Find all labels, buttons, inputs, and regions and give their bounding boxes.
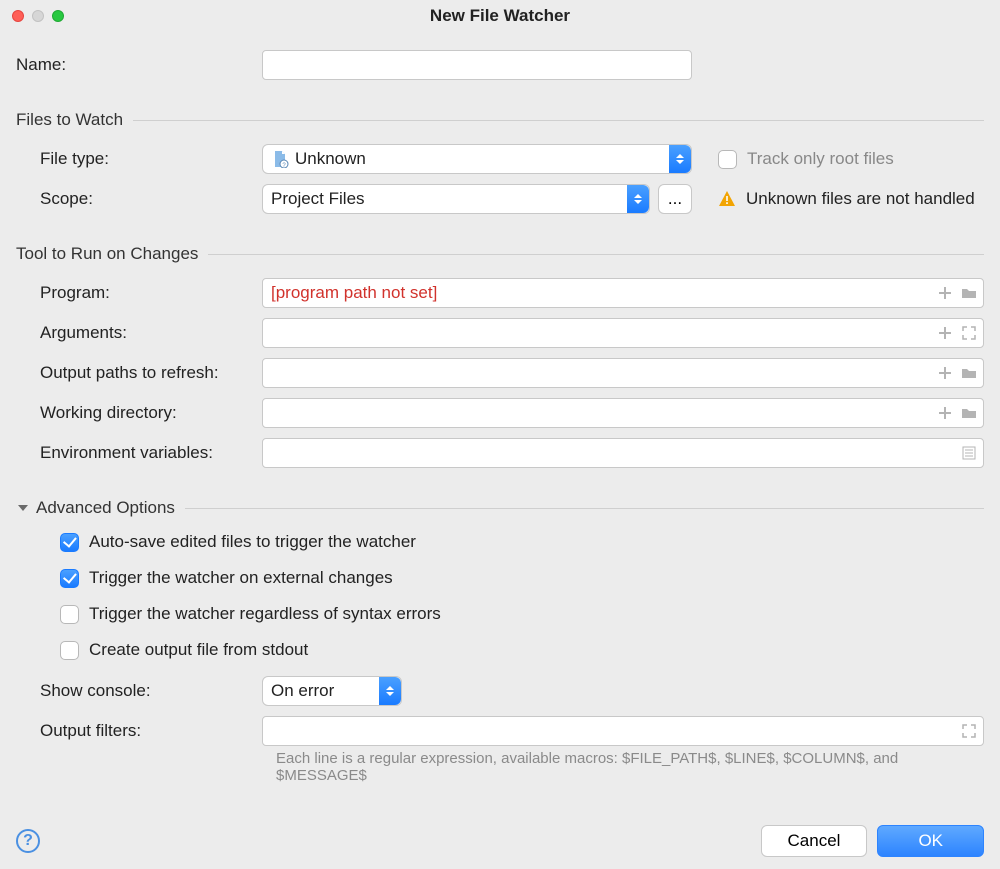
insert-macro-icon[interactable] — [936, 324, 954, 342]
chevrons-icon — [669, 145, 691, 173]
working-directory-input[interactable] — [262, 398, 984, 428]
arguments-input[interactable] — [262, 318, 984, 348]
file-type-value: Unknown — [295, 149, 366, 169]
autosave-checkbox[interactable] — [60, 533, 79, 552]
show-console-combo[interactable]: On error — [262, 676, 402, 706]
output-filters-input[interactable] — [262, 716, 984, 746]
dialog-body: Name: Files to Watch File type: ? Unknow… — [0, 32, 1000, 784]
browse-folder-icon[interactable] — [960, 364, 978, 382]
autosave-label[interactable]: Auto-save edited files to trigger the wa… — [89, 532, 416, 552]
dialog-footer: ? Cancel OK — [16, 825, 984, 857]
section-title-advanced: Advanced Options — [36, 498, 175, 518]
scope-value: Project Files — [271, 189, 365, 209]
cancel-button[interactable]: Cancel — [761, 825, 868, 857]
stdout-label[interactable]: Create output file from stdout — [89, 640, 308, 660]
warning-icon — [718, 190, 736, 208]
output-filters-hint: Each line is a regular expression, avail… — [276, 750, 984, 784]
scope-more-button[interactable]: ... — [658, 184, 692, 214]
expand-icon[interactable] — [960, 324, 978, 342]
output-filters-label: Output filters: — [16, 721, 262, 741]
env-vars-input[interactable] — [262, 438, 984, 468]
syntax-errors-checkbox[interactable] — [60, 605, 79, 624]
insert-macro-icon[interactable] — [936, 404, 954, 422]
file-type-combo[interactable]: ? Unknown — [262, 144, 692, 174]
output-paths-label: Output paths to refresh: — [16, 363, 262, 383]
track-only-root-checkbox[interactable] — [718, 150, 737, 169]
stdout-checkbox[interactable] — [60, 641, 79, 660]
window-title: New File Watcher — [0, 6, 1000, 26]
show-console-value: On error — [271, 681, 334, 701]
program-input[interactable] — [262, 278, 984, 308]
name-label: Name: — [16, 55, 262, 75]
window-controls — [12, 10, 64, 22]
help-button[interactable]: ? — [16, 829, 40, 853]
output-paths-input[interactable] — [262, 358, 984, 388]
section-advanced-options[interactable]: Advanced Options — [16, 498, 984, 518]
file-type-icon: ? — [271, 150, 289, 168]
ok-button[interactable]: OK — [877, 825, 984, 857]
show-console-label: Show console: — [16, 681, 262, 701]
working-directory-label: Working directory: — [16, 403, 262, 423]
chevrons-icon — [379, 677, 401, 705]
external-changes-label[interactable]: Trigger the watcher on external changes — [89, 568, 393, 588]
section-title-files: Files to Watch — [16, 110, 123, 130]
scope-label: Scope: — [16, 189, 262, 209]
titlebar: New File Watcher — [0, 0, 1000, 32]
close-window-button[interactable] — [12, 10, 24, 22]
browse-folder-icon[interactable] — [960, 404, 978, 422]
disclosure-triangle-icon — [16, 503, 30, 513]
env-vars-label: Environment variables: — [16, 443, 262, 463]
name-input[interactable] — [262, 50, 692, 80]
env-editor-icon[interactable] — [960, 444, 978, 462]
section-tool-to-run: Tool to Run on Changes — [16, 244, 984, 264]
zoom-window-button[interactable] — [52, 10, 64, 22]
expand-icon[interactable] — [960, 722, 978, 740]
external-changes-checkbox[interactable] — [60, 569, 79, 588]
browse-folder-icon[interactable] — [960, 284, 978, 302]
file-type-label: File type: — [16, 149, 262, 169]
section-files-to-watch: Files to Watch — [16, 110, 984, 130]
program-label: Program: — [16, 283, 262, 303]
track-only-root-label[interactable]: Track only root files — [747, 149, 894, 169]
minimize-window-button[interactable] — [32, 10, 44, 22]
syntax-errors-label[interactable]: Trigger the watcher regardless of syntax… — [89, 604, 441, 624]
scope-combo[interactable]: Project Files — [262, 184, 650, 214]
insert-macro-icon[interactable] — [936, 284, 954, 302]
arguments-label: Arguments: — [16, 323, 262, 343]
scope-warning-text: Unknown files are not handled — [746, 189, 975, 209]
section-title-tool: Tool to Run on Changes — [16, 244, 198, 264]
insert-macro-icon[interactable] — [936, 364, 954, 382]
chevrons-icon — [627, 185, 649, 213]
